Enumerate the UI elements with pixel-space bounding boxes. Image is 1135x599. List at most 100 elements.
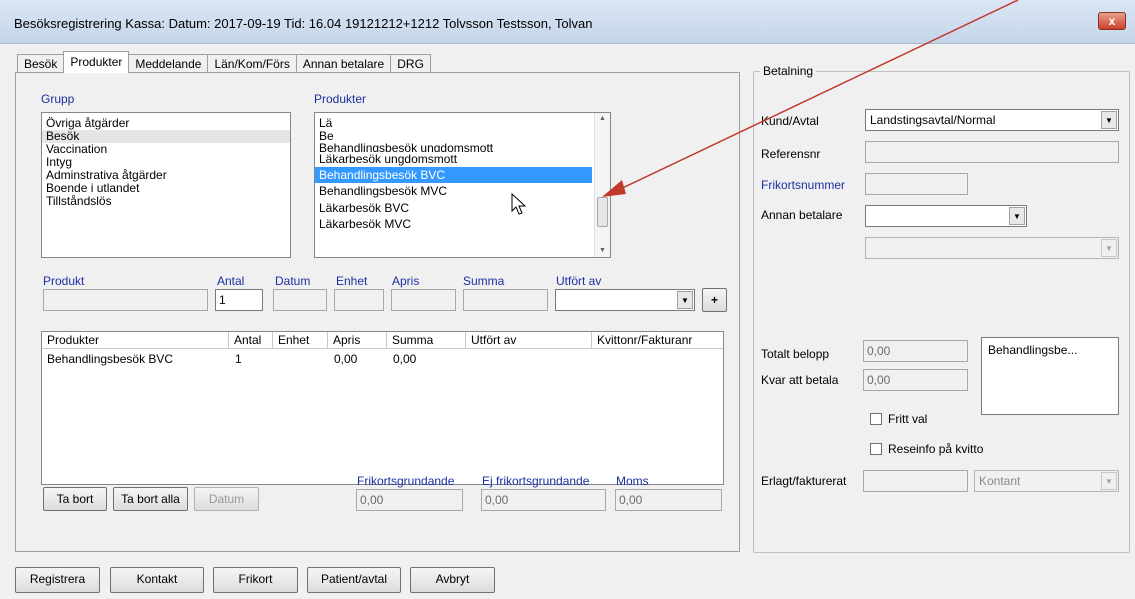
products-table[interactable]: Produkter Antal Enhet Apris Summa Utfört… xyxy=(41,331,724,485)
ta-bort-button[interactable]: Ta bort xyxy=(43,487,107,511)
datum-field xyxy=(273,289,327,311)
produkt-item[interactable]: Behandlingsbesök MVC xyxy=(315,183,610,200)
ej-frikortsgrundande-field: 0,00 xyxy=(481,489,606,511)
produkter-list-label: Produkter xyxy=(314,92,367,106)
antal-label: Antal xyxy=(217,274,245,288)
produkt-item[interactable]: Be xyxy=(315,130,610,143)
column-header[interactable]: Summa xyxy=(387,332,466,349)
column-header[interactable]: Enhet xyxy=(273,332,328,349)
kvar-att-betala-label: Kvar att betala xyxy=(761,373,839,387)
cell-antal: 1 xyxy=(235,352,242,366)
datum-label: Datum xyxy=(275,274,311,288)
column-header[interactable]: Antal xyxy=(229,332,273,349)
reseinfo-label: Reseinfo på kvitto xyxy=(888,442,984,456)
ej-frikortsgrundande-label: Ej frikortsgrundande xyxy=(482,474,590,488)
totalt-belopp-label: Totalt belopp xyxy=(761,347,830,361)
mouse-pointer-icon xyxy=(511,193,527,215)
cell-apris: 0,00 xyxy=(334,352,358,366)
fritt-val-checkbox[interactable] xyxy=(870,413,882,425)
enhet-field xyxy=(334,289,384,311)
erlagt-fakturerat-field xyxy=(863,470,968,492)
reseinfo-checkbox[interactable] xyxy=(870,443,882,455)
scroll-up-icon[interactable]: ▲ xyxy=(599,115,606,122)
scroll-thumb[interactable] xyxy=(597,197,608,227)
grupp-item[interactable]: Tillståndslös xyxy=(42,195,290,208)
referensnr-field xyxy=(865,141,1119,163)
betalsatt-select: Kontant ▼ xyxy=(974,470,1119,492)
frikortsgrundande-label: Frikortsgrundande xyxy=(357,474,455,488)
tab-drg[interactable]: DRG xyxy=(390,54,431,73)
frikortsgrundande-field: 0,00 xyxy=(356,489,463,511)
produkt-item[interactable]: Lä xyxy=(315,117,610,130)
produkt-field xyxy=(43,289,208,311)
scroll-down-icon[interactable]: ▼ xyxy=(599,247,606,254)
frikortsnummer-field xyxy=(865,173,968,195)
produkt-label: Produkt xyxy=(43,274,85,288)
enhet-label: Enhet xyxy=(336,274,368,288)
chevron-down-icon: ▼ xyxy=(1101,239,1117,257)
annan-betalare-sub-select: ▼ xyxy=(865,237,1119,259)
totalt-belopp-field: 0,00 xyxy=(863,340,968,362)
kontakt-button[interactable]: Kontakt xyxy=(110,567,204,593)
betalsatt-value: Kontant xyxy=(979,474,1021,488)
column-header[interactable]: Apris xyxy=(328,332,387,349)
column-header[interactable]: Produkter xyxy=(42,332,229,349)
registrera-button[interactable]: Registrera xyxy=(15,567,100,593)
frikortsnummer-label: Frikortsnummer xyxy=(761,178,846,192)
produkt-item[interactable]: Läkarbesök ungdomsmott xyxy=(315,152,610,167)
chevron-down-icon[interactable]: ▼ xyxy=(1009,207,1025,225)
tab-annan-betalare[interactable]: Annan betalare xyxy=(295,54,392,73)
patient-avtal-button[interactable]: Patient/avtal xyxy=(307,567,401,593)
kund-avtal-value: Landstingsavtal/Normal xyxy=(870,113,996,127)
utfort-av-select[interactable]: ▼ xyxy=(555,289,695,311)
title-bar: Besöksregistrering Kassa: Datum: 2017-09… xyxy=(0,0,1135,44)
column-header[interactable]: Kvittonr/Fakturanr xyxy=(592,332,725,349)
produkter-scrollbar[interactable]: ▲ ▼ xyxy=(594,113,610,257)
produkt-item[interactable]: Läkarbesök MVC xyxy=(315,217,610,232)
datum-button[interactable]: Datum xyxy=(194,487,259,511)
fritt-val-label: Fritt val xyxy=(888,412,928,426)
tab-produkter[interactable]: Produkter xyxy=(63,51,130,73)
avbryt-button[interactable]: Avbryt xyxy=(410,567,495,593)
kund-avtal-select[interactable]: Landstingsavtal/Normal ▼ xyxy=(865,109,1119,131)
produkt-item-selected[interactable]: Behandlingsbesök BVC xyxy=(315,167,592,183)
table-header: Produkter Antal Enhet Apris Summa Utfört… xyxy=(42,332,723,349)
apris-label: Apris xyxy=(392,274,420,288)
referensnr-label: Referensnr xyxy=(761,147,821,161)
utfort-av-label: Utfört av xyxy=(556,274,602,288)
window-title: Besöksregistrering Kassa: Datum: 2017-09… xyxy=(14,16,593,31)
close-button[interactable]: x xyxy=(1098,12,1126,30)
cell-summa: 0,00 xyxy=(393,352,417,366)
grupp-item[interactable]: Vaccination xyxy=(42,143,290,156)
erlagt-fakturerat-label: Erlagt/fakturerat xyxy=(761,474,847,488)
column-header[interactable]: Utfört av xyxy=(466,332,592,349)
annan-betalare-label: Annan betalare xyxy=(761,208,843,222)
summa-label: Summa xyxy=(463,274,505,288)
grupp-label: Grupp xyxy=(41,92,75,106)
tab-lan-kom-fors[interactable]: Län/Kom/Förs xyxy=(207,54,297,73)
add-button[interactable]: + xyxy=(702,288,727,312)
grupp-listbox[interactable]: Övriga åtgärder Besök Vaccination Intyg … xyxy=(41,112,291,258)
cell-produkt: Behandlingsbesök BVC xyxy=(47,352,174,366)
summa-field xyxy=(463,289,548,311)
apris-field xyxy=(391,289,456,311)
tab-besok[interactable]: Besök xyxy=(17,54,65,73)
grupp-item[interactable]: Övriga åtgärder xyxy=(42,117,290,130)
produkter-listbox[interactable]: Lä Be Behandlingsbesök ungdomsmott Läkar… xyxy=(314,112,611,258)
produkt-item[interactable]: Läkarbesök BVC xyxy=(315,200,610,217)
betalning-title: Betalning xyxy=(760,64,817,78)
kvar-att-betala-field: 0,00 xyxy=(863,369,968,391)
betalning-memo[interactable]: Behandlingsbe... xyxy=(981,337,1119,415)
kund-avtal-label: Kund/Avtal xyxy=(761,114,819,128)
ta-bort-alla-button[interactable]: Ta bort alla xyxy=(113,487,188,511)
antal-input[interactable]: 1 xyxy=(215,289,263,311)
produkt-item[interactable]: Behandlingsbesök ungdomsmott xyxy=(315,143,610,152)
tab-strip: Besök Produkter Meddelande Län/Kom/Förs … xyxy=(17,51,431,73)
annan-betalare-select[interactable]: ▼ xyxy=(865,205,1027,227)
tab-meddelande[interactable]: Meddelande xyxy=(128,54,209,73)
frikort-button[interactable]: Frikort xyxy=(213,567,298,593)
moms-label: Moms xyxy=(616,474,649,488)
chevron-down-icon[interactable]: ▼ xyxy=(677,291,693,309)
chevron-down-icon[interactable]: ▼ xyxy=(1101,111,1117,129)
moms-field: 0,00 xyxy=(615,489,722,511)
